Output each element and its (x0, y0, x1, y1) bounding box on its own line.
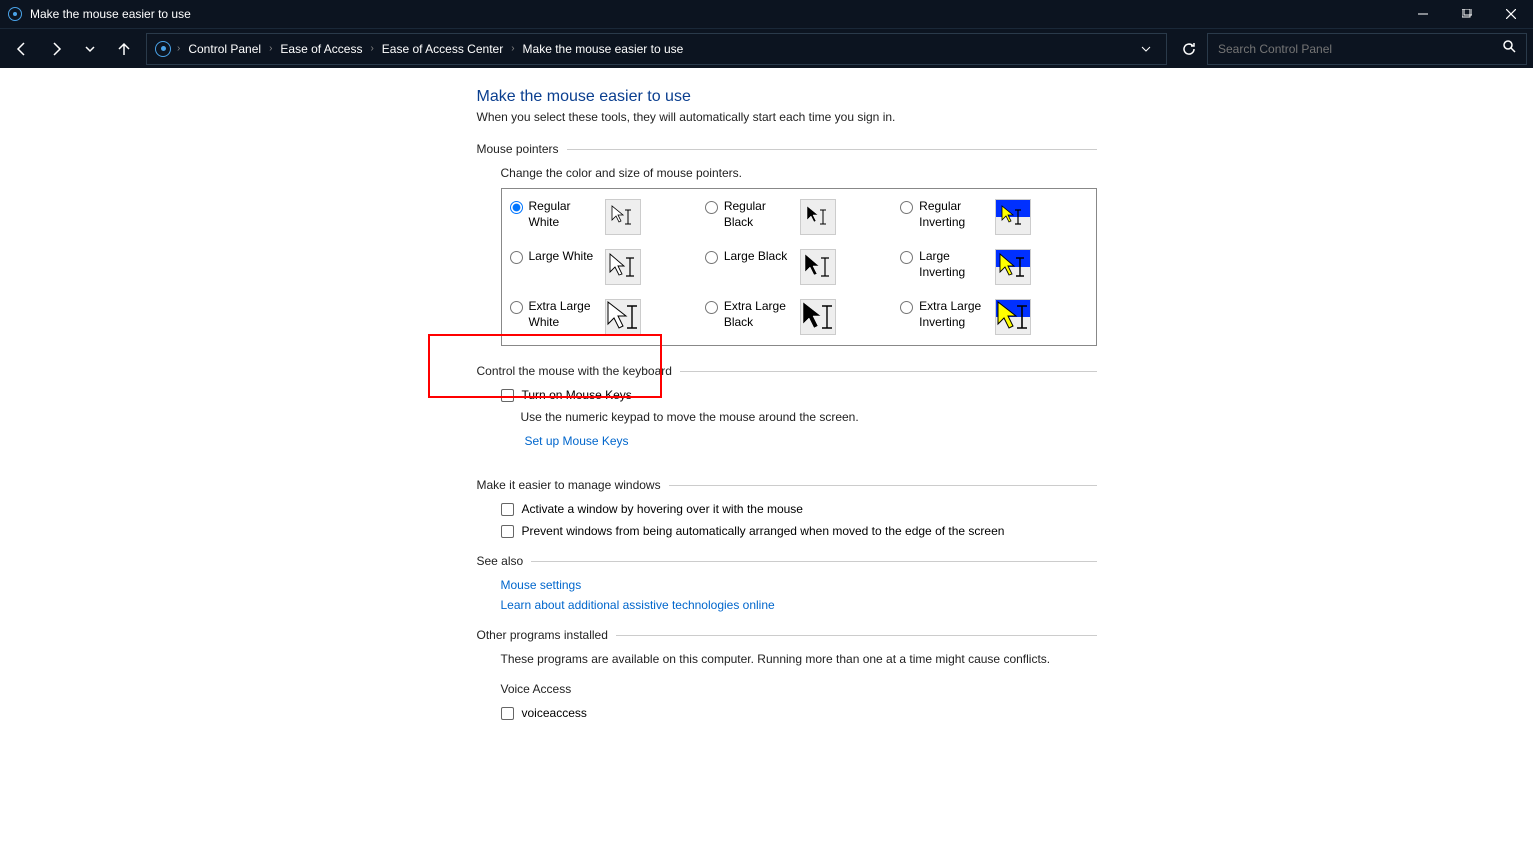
pointer-option-extra-large-white[interactable]: Extra Large White (510, 299, 697, 335)
search-box[interactable] (1207, 33, 1527, 65)
pointer-option-extra-large-inverting[interactable]: Extra Large Inverting (900, 299, 1087, 335)
section-header-see-also: See also (477, 554, 1097, 568)
recent-dropdown[interactable] (74, 33, 106, 65)
chevron-right-icon[interactable]: › (175, 43, 182, 54)
pointer-preview-icon (995, 249, 1031, 285)
pointer-preview-icon (605, 199, 641, 235)
close-button[interactable] (1489, 0, 1533, 28)
section-header-windows: Make it easier to manage windows (477, 478, 1097, 492)
pointer-option-regular-white[interactable]: Regular White (510, 199, 697, 235)
pointer-preview-icon (800, 299, 836, 335)
up-button[interactable] (108, 33, 140, 65)
page-subtitle: When you select these tools, they will a… (477, 110, 1097, 124)
back-button[interactable] (6, 33, 38, 65)
pointer-option-regular-inverting[interactable]: Regular Inverting (900, 199, 1087, 235)
pointer-option-large-inverting[interactable]: Large Inverting (900, 249, 1087, 285)
prevent-arrange-checkbox-row[interactable]: Prevent windows from being automatically… (501, 524, 1097, 538)
pointer-preview-icon (605, 249, 641, 285)
radio-extra-large-white[interactable] (510, 301, 523, 314)
chevron-right-icon[interactable]: › (368, 43, 375, 54)
voiceaccess-checkbox-row[interactable]: voiceaccess (501, 706, 1097, 720)
radio-extra-large-black[interactable] (705, 301, 718, 314)
minimize-button[interactable] (1401, 0, 1445, 28)
pointer-options-box: Regular White Regular Black Regular Inve… (501, 188, 1097, 346)
page-title: Make the mouse easier to use (477, 88, 1097, 106)
pointer-preview-icon (605, 299, 641, 335)
section-header-other: Other programs installed (477, 628, 1097, 642)
section-header-keyboard: Control the mouse with the keyboard (477, 364, 1097, 378)
breadcrumb-item[interactable]: Make the mouse easier to use (517, 42, 690, 56)
prevent-arrange-label: Prevent windows from being automatically… (522, 524, 1005, 538)
pointer-option-large-black[interactable]: Large Black (705, 249, 892, 285)
voiceaccess-label: voiceaccess (522, 706, 587, 720)
mouse-keys-checkbox-row[interactable]: Turn on Mouse Keys (501, 388, 1097, 402)
pointer-preview-icon (800, 249, 836, 285)
prevent-arrange-checkbox[interactable] (501, 525, 514, 538)
pointer-preview-icon (995, 199, 1031, 235)
activate-hover-checkbox[interactable] (501, 503, 514, 516)
refresh-button[interactable] (1173, 33, 1205, 65)
breadcrumb-item[interactable]: Ease of Access (274, 42, 368, 56)
mouse-settings-link[interactable]: Mouse settings (501, 578, 1097, 592)
mouse-keys-checkbox[interactable] (501, 389, 514, 402)
section-desc: Change the color and size of mouse point… (501, 166, 1097, 180)
control-panel-icon (155, 41, 171, 57)
other-programs-desc: These programs are available on this com… (501, 652, 1097, 666)
mouse-keys-desc: Use the numeric keypad to move the mouse… (521, 410, 1097, 424)
radio-large-white[interactable] (510, 251, 523, 264)
voice-access-label: Voice Access (501, 682, 1097, 696)
pointer-preview-icon (800, 199, 836, 235)
titlebar: Make the mouse easier to use (0, 0, 1533, 28)
search-icon[interactable] (1502, 39, 1516, 58)
breadcrumb-item[interactable]: Ease of Access Center (376, 42, 509, 56)
navbar: › Control Panel › Ease of Access › Ease … (0, 28, 1533, 68)
radio-regular-black[interactable] (705, 201, 718, 214)
activate-hover-checkbox-row[interactable]: Activate a window by hovering over it wi… (501, 502, 1097, 516)
search-input[interactable] (1218, 42, 1502, 56)
chevron-right-icon[interactable]: › (267, 43, 274, 54)
pointer-option-extra-large-black[interactable]: Extra Large Black (705, 299, 892, 335)
pointer-option-regular-black[interactable]: Regular Black (705, 199, 892, 235)
breadcrumb-bar[interactable]: › Control Panel › Ease of Access › Ease … (146, 33, 1167, 65)
radio-large-inverting[interactable] (900, 251, 913, 264)
radio-regular-white[interactable] (510, 201, 523, 214)
radio-regular-inverting[interactable] (900, 201, 913, 214)
window-title: Make the mouse easier to use (30, 7, 1401, 21)
voiceaccess-checkbox[interactable] (501, 707, 514, 720)
assistive-tech-link[interactable]: Learn about additional assistive technol… (501, 598, 1097, 612)
activate-hover-label: Activate a window by hovering over it wi… (522, 502, 803, 516)
maximize-button[interactable] (1445, 0, 1489, 28)
setup-mouse-keys-link[interactable]: Set up Mouse Keys (525, 434, 629, 448)
breadcrumb-dropdown[interactable] (1134, 43, 1158, 55)
forward-button[interactable] (40, 33, 72, 65)
control-panel-icon (8, 7, 22, 21)
section-header-mouse-pointers: Mouse pointers (477, 142, 1097, 156)
radio-large-black[interactable] (705, 251, 718, 264)
pointer-option-large-white[interactable]: Large White (510, 249, 697, 285)
pointer-preview-icon (995, 299, 1031, 335)
radio-extra-large-inverting[interactable] (900, 301, 913, 314)
chevron-right-icon[interactable]: › (509, 43, 516, 54)
mouse-keys-label: Turn on Mouse Keys (522, 388, 632, 402)
breadcrumb-item[interactable]: Control Panel (182, 42, 267, 56)
